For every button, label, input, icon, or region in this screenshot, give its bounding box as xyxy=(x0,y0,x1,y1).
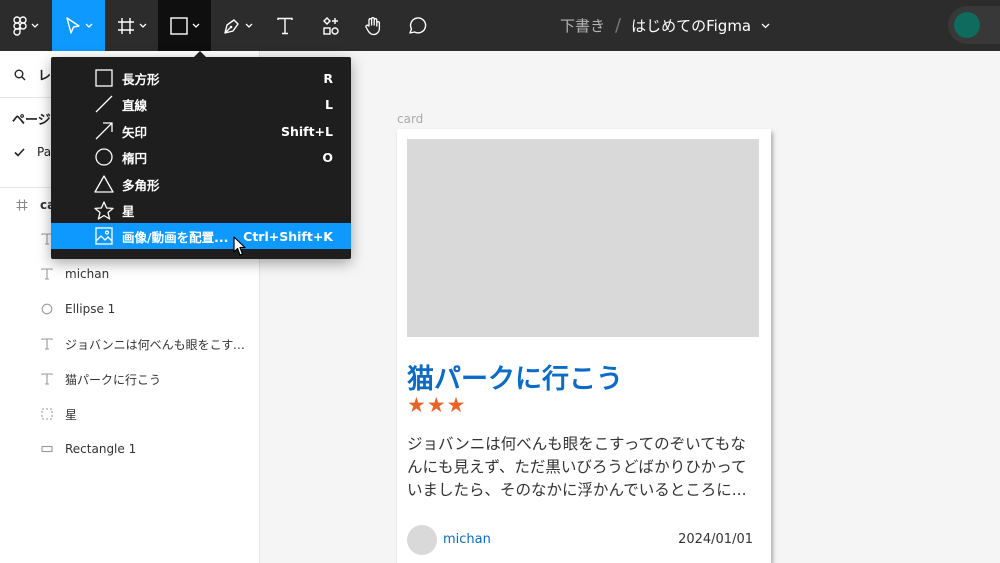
rectangle-icon xyxy=(94,68,114,88)
star-icon xyxy=(94,200,114,220)
avatar xyxy=(954,12,980,38)
card-body-text[interactable]: ジョバンニは何べんも眼をこすってのぞいてもなんにも見えず、ただ黒いびろうどばかり… xyxy=(407,433,759,502)
component-icon xyxy=(37,408,57,420)
menu-item-label: 長方形 xyxy=(122,71,160,87)
rectangle-icon xyxy=(169,16,188,35)
checkmark-icon xyxy=(14,147,25,157)
top-toolbar: 下書き / はじめてのFigma xyxy=(0,0,1000,51)
frame-label[interactable]: card xyxy=(397,112,423,126)
frame-icon xyxy=(117,17,134,34)
layer-row[interactable]: 星 xyxy=(0,397,260,431)
hand-icon xyxy=(365,16,381,35)
cursor-arrow-icon xyxy=(65,16,80,34)
page-item[interactable]: Pa xyxy=(14,145,51,159)
mouse-cursor-icon xyxy=(233,236,246,256)
layer-label: michan xyxy=(65,267,110,281)
menu-item-star[interactable]: 星 xyxy=(51,197,351,223)
frame-tool-button[interactable] xyxy=(105,0,158,51)
text-icon xyxy=(37,338,57,350)
chevron-down-icon xyxy=(85,23,92,28)
menu-item-label: 画像/動画を配置... xyxy=(122,229,229,245)
menu-item-polygon[interactable]: 多角形 xyxy=(51,171,351,197)
shape-tool-button[interactable] xyxy=(158,0,211,51)
breadcrumb-separator: / xyxy=(615,15,622,36)
card-frame[interactable]: 猫パークに行こう ★★★ ジョバンニは何べんも眼をこすってのぞいてもなんにも見え… xyxy=(397,129,771,563)
menu-item-rectangle[interactable]: 長方形 R xyxy=(51,65,351,91)
menu-item-shortcut: L xyxy=(325,96,333,112)
menu-item-arrow[interactable]: 矢印 Shift+L xyxy=(51,118,351,144)
layer-row[interactable]: ジョバンニは何べんも眼をこすっ... xyxy=(0,327,260,361)
pen-icon xyxy=(223,18,239,34)
menu-item-shortcut: Ctrl+Shift+K xyxy=(243,228,333,244)
figma-logo-icon xyxy=(13,15,27,36)
comment-icon xyxy=(409,16,427,34)
ellipse-icon xyxy=(94,147,114,167)
file-location[interactable]: 下書き xyxy=(560,15,605,36)
menu-item-shortcut: O xyxy=(322,149,333,165)
layer-row[interactable]: michan xyxy=(0,257,260,291)
layer-label: 猫パークに行こう xyxy=(65,372,162,387)
polygon-icon xyxy=(94,174,114,194)
resources-tool-button[interactable] xyxy=(310,0,352,51)
search-icon xyxy=(14,69,26,80)
resources-icon xyxy=(323,16,339,35)
card-author-avatar[interactable] xyxy=(407,525,437,555)
figma-menu-button[interactable] xyxy=(0,0,52,51)
menu-item-shortcut: R xyxy=(323,70,333,86)
pages-header[interactable]: ページ xyxy=(12,109,51,128)
layer-row[interactable]: Ellipse 1 xyxy=(0,292,260,326)
text-icon xyxy=(37,268,57,280)
comment-tool-button[interactable] xyxy=(396,0,438,51)
ellipse-icon xyxy=(37,303,57,315)
chevron-down-icon xyxy=(245,23,252,28)
text-tool-button[interactable] xyxy=(264,0,306,51)
user-avatar-button[interactable] xyxy=(948,6,1000,44)
chevron-down-icon xyxy=(31,23,39,28)
file-name[interactable]: はじめてのFigma xyxy=(631,15,751,36)
text-icon xyxy=(37,373,57,385)
layer-label: Ellipse 1 xyxy=(65,302,116,316)
layers-search[interactable]: レ xyxy=(14,65,51,84)
menu-item-place-image[interactable]: 画像/動画を配置... Ctrl+Shift+K xyxy=(51,223,351,249)
card-title[interactable]: 猫パークに行こう xyxy=(407,357,623,396)
card-image-placeholder[interactable] xyxy=(407,139,759,337)
layer-row[interactable]: Rectangle 1 xyxy=(0,432,260,466)
chevron-down-icon xyxy=(139,23,146,28)
card-stars[interactable]: ★★★ xyxy=(407,393,466,417)
card-author[interactable]: michan xyxy=(443,532,491,547)
layer-row[interactable]: 猫パークに行こう xyxy=(0,362,260,396)
chevron-down-icon[interactable] xyxy=(761,23,770,29)
menu-item-label: 多角形 xyxy=(122,177,160,193)
line-icon xyxy=(94,94,114,114)
image-icon xyxy=(94,226,114,246)
layer-label: Rectangle 1 xyxy=(65,442,137,456)
rectangle-icon xyxy=(37,444,57,454)
frame-icon xyxy=(12,199,32,211)
hand-tool-button[interactable] xyxy=(352,0,394,51)
layer-label: 星 xyxy=(65,407,78,422)
menu-item-label: 矢印 xyxy=(122,124,148,140)
menu-item-label: 星 xyxy=(122,203,135,219)
card-date[interactable]: 2024/01/01 xyxy=(678,532,753,547)
page-item-label: Pa xyxy=(37,145,52,159)
arrow-icon xyxy=(94,121,114,141)
pen-tool-button[interactable] xyxy=(211,0,264,51)
menu-item-label: 直線 xyxy=(122,97,148,113)
shape-tools-menu: 長方形 R 直線 L 矢印 Shift+L 楕円 O 多角形 星 画像/動画を配… xyxy=(51,51,351,259)
layer-label: ジョバンニは何べんも眼をこすっ... xyxy=(65,337,250,352)
menu-pointer xyxy=(194,51,206,57)
menu-item-shortcut: Shift+L xyxy=(280,123,333,139)
menu-item-label: 楕円 xyxy=(122,150,148,166)
text-icon xyxy=(277,17,293,34)
menu-item-ellipse[interactable]: 楕円 O xyxy=(51,144,351,170)
file-title-bar: 下書き / はじめてのFigma xyxy=(560,0,770,51)
menu-item-line[interactable]: 直線 L xyxy=(51,91,351,117)
move-tool-button[interactable] xyxy=(52,0,105,51)
layers-tab-label: レ xyxy=(38,69,52,84)
chevron-down-icon xyxy=(192,23,199,28)
